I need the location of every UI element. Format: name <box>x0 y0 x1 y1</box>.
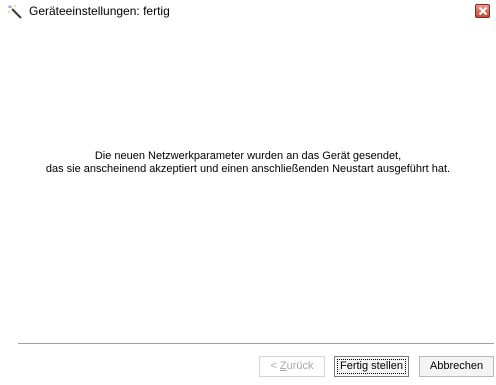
close-button[interactable] <box>475 4 490 18</box>
finish-button[interactable]: Fertig stellen <box>334 356 409 377</box>
button-separator <box>18 343 494 345</box>
close-icon <box>478 6 488 16</box>
back-button-prefix: < <box>270 360 280 372</box>
window-title: Geräteeinstellungen: fertig <box>29 4 170 18</box>
back-button-label: urück <box>286 360 314 372</box>
finish-button-label: Fertig stellen <box>337 359 406 374</box>
status-message: Die neuen Netzwerkparameter wurden an da… <box>0 150 496 176</box>
cancel-button[interactable]: Abbrechen <box>419 356 494 377</box>
title-bar[interactable]: Geräteeinstellungen: fertig <box>0 0 496 22</box>
message-line-1: Die neuen Netzwerkparameter wurden an da… <box>94 150 402 162</box>
wizard-wand-icon <box>7 4 23 20</box>
back-button[interactable]: < Zurück <box>259 356 325 377</box>
message-line-2: das sie anscheinend akzeptiert und einen… <box>45 163 451 175</box>
back-button-mnemonic: Z <box>279 360 287 372</box>
wizard-window: Geräteeinstellungen: fertig Die neuen Ne… <box>0 0 496 385</box>
